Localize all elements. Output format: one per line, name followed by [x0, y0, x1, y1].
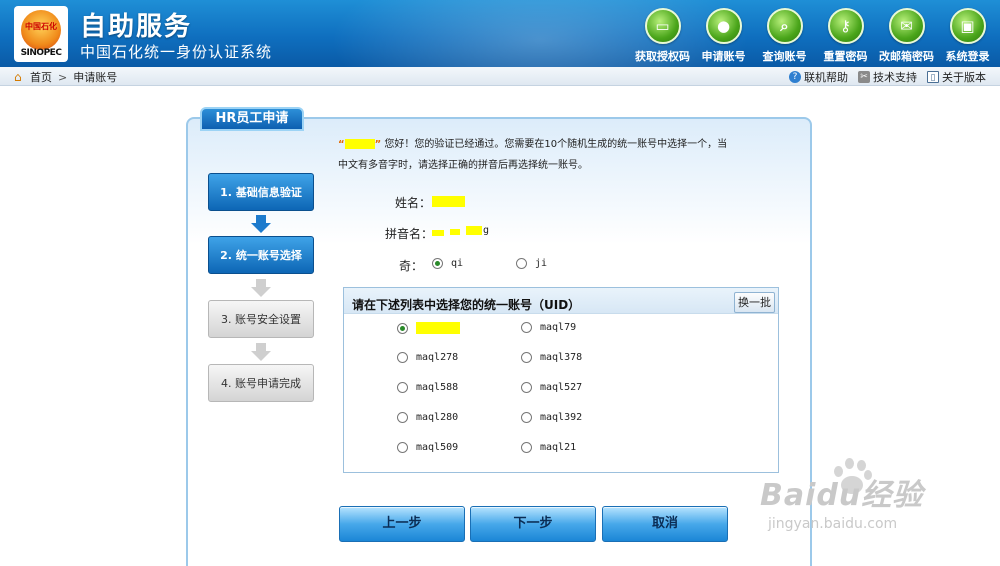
help-links: ? 联机帮助 ✂ 技术支持 ▯ 关于版本 [779, 69, 986, 85]
nav-reset-password[interactable]: ⚷ 重置密码 [815, 8, 876, 64]
step-basic-info: 1. 基础信息验证 [208, 173, 314, 211]
radio-unselected[interactable] [397, 352, 408, 363]
char-option-ji[interactable]: ji [516, 258, 547, 269]
char-option-qi[interactable]: qi [432, 258, 463, 269]
verification-message: “” 您好！您的验证已经通过。您需要在10个随机生成的统一账号中选择一个，当 中… [338, 139, 728, 171]
uid-option-3[interactable]: maql278 [397, 352, 458, 363]
radio-unselected[interactable] [521, 322, 532, 333]
redacted-name [344, 139, 375, 149]
uid-option-1[interactable] [397, 322, 460, 334]
cancel-button[interactable]: 取消 [602, 506, 728, 542]
nav-change-mail-password[interactable]: ✉ 改邮箱密码 [876, 8, 937, 64]
breadcrumb-separator: > [58, 70, 68, 84]
pinyin-redacted-1 [432, 230, 444, 236]
refresh-batch-button[interactable]: 换一批 [734, 292, 775, 313]
step-security-settings: 3. 账号安全设置 [208, 300, 314, 338]
radio-selected[interactable] [432, 258, 443, 269]
radio-unselected[interactable] [521, 382, 532, 393]
radio-unselected[interactable] [397, 412, 408, 423]
nav-apply-account[interactable]: ● 申请账号 [693, 8, 754, 64]
baidu-watermark: Baidu经验 jingyan.baidu.com [760, 478, 924, 532]
breadcrumb: ⌂ 首页 > 申请账号 [14, 69, 117, 85]
uid-option-5[interactable]: maql588 [397, 382, 458, 393]
pinyin-redacted-3 [466, 226, 482, 235]
app-title: 自助服务 [80, 12, 193, 42]
radio-unselected[interactable] [516, 258, 527, 269]
online-help-link[interactable]: ? 联机帮助 [789, 69, 848, 85]
app-header: 中国石化 SINOPEC 自助服务 中国石化统一身份认证系统 ▭ 获取授权码 ●… [0, 0, 1000, 67]
nav-get-auth-code[interactable]: ▭ 获取授权码 [632, 8, 693, 64]
breadcrumb-current: 申请账号 [73, 71, 118, 84]
step-apply-complete: 4. 账号申请完成 [208, 364, 314, 402]
uid-title: 请在下述列表中选择您的统一账号（UID） [352, 298, 581, 312]
breadcrumb-bar: ⌂ 首页 > 申请账号 ? 联机帮助 ✂ 技术支持 ▯ 关于版本 [0, 67, 1000, 86]
mail-icon: ✉ [888, 8, 925, 44]
name-value-redacted [432, 196, 465, 207]
app-subtitle: 中国石化统一身份认证系统 [80, 43, 273, 61]
char-label: 奇： [399, 259, 424, 273]
uid-option-2[interactable]: maql79 [521, 322, 576, 333]
uid-option-4[interactable]: maql378 [521, 352, 582, 363]
uid-option-7[interactable]: maql280 [397, 412, 458, 423]
radio-unselected[interactable] [521, 412, 532, 423]
monitor-icon: ▣ [949, 8, 986, 44]
radio-unselected[interactable] [521, 442, 532, 453]
top-nav: ▭ 获取授权码 ● 申请账号 ⌕ 查询账号 ⚷ 重置密码 ✉ 改邮箱密码 ▣ 系… [632, 8, 998, 64]
next-step-button[interactable]: 下一步 [470, 506, 596, 542]
step-arrow-icon [251, 279, 271, 297]
logo-cn-text: 中国石化 [25, 22, 57, 31]
radio-selected[interactable] [397, 322, 408, 334]
uid-option-8[interactable]: maql392 [521, 412, 582, 423]
panel-tab-hr-apply: HR员工申请 [200, 107, 304, 131]
uid-option-10[interactable]: maql21 [521, 442, 576, 453]
authcode-icon: ▭ [644, 8, 681, 44]
prev-step-button[interactable]: 上一步 [339, 506, 465, 542]
key-icon: ⚷ [827, 8, 864, 44]
pinyin-redacted-2 [450, 229, 460, 235]
uid-option-9[interactable]: maql509 [397, 442, 458, 453]
sinopec-logo: 中国石化 SINOPEC [14, 6, 68, 62]
radio-unselected[interactable] [397, 382, 408, 393]
uid-redacted-value [416, 322, 460, 334]
home-icon: ⌂ [14, 69, 22, 84]
tools-icon: ✂ [858, 71, 870, 83]
radio-unselected[interactable] [521, 352, 532, 363]
tech-support-link[interactable]: ✂ 技术支持 [858, 69, 917, 85]
user-icon: ● [705, 8, 742, 44]
radio-unselected[interactable] [397, 442, 408, 453]
nav-query-account[interactable]: ⌕ 查询账号 [754, 8, 815, 64]
logo-en-text: SINOPEC [20, 48, 62, 58]
pinyin-tail: g [483, 225, 490, 236]
book-icon: ▯ [927, 71, 939, 83]
step-arrow-icon [251, 343, 271, 361]
help-icon: ? [789, 71, 801, 83]
about-version-link[interactable]: ▯ 关于版本 [927, 69, 986, 85]
name-label: 姓名： [395, 196, 432, 210]
search-icon: ⌕ [766, 8, 803, 44]
step-account-select: 2. 统一账号选择 [208, 236, 314, 274]
pinyin-label: 拼音名： [385, 227, 434, 241]
breadcrumb-home[interactable]: 首页 [30, 69, 52, 85]
nav-system-login[interactable]: ▣ 系统登录 [937, 8, 998, 64]
step-arrow-icon [251, 215, 271, 233]
uid-option-6[interactable]: maql527 [521, 382, 582, 393]
